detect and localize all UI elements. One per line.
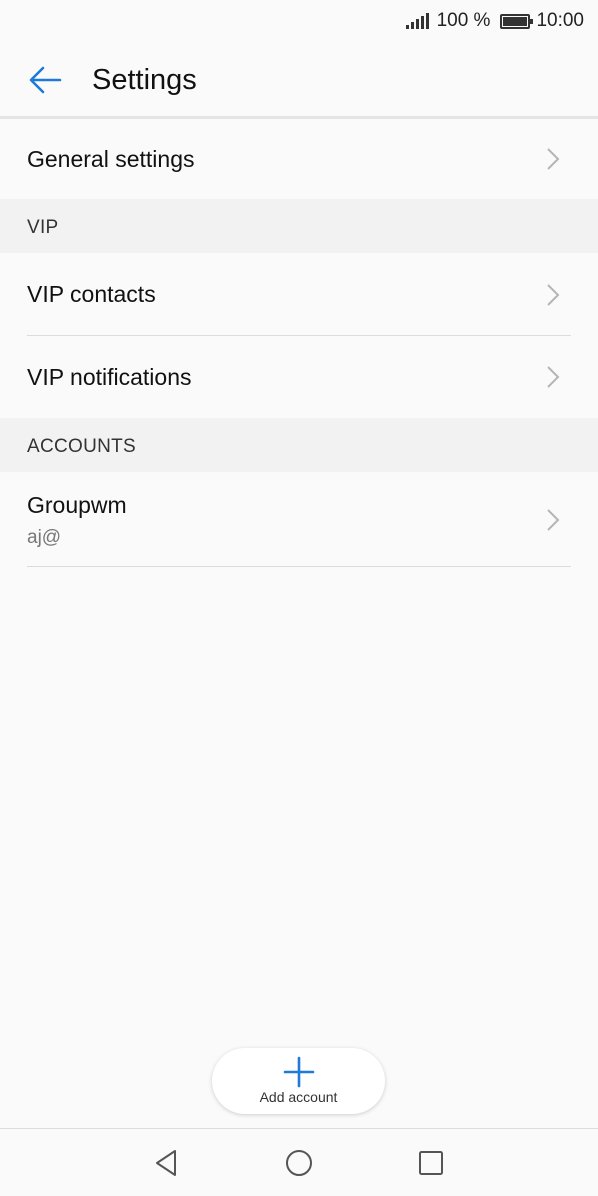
home-circle-icon	[286, 1150, 312, 1176]
recents-square-icon	[419, 1151, 443, 1175]
account-row-groupwm[interactable]: Groupwm aj@	[0, 472, 598, 567]
system-nav-bar	[0, 1129, 598, 1196]
clock: 10:00	[536, 10, 584, 31]
plus-icon	[283, 1056, 314, 1088]
general-settings-row[interactable]: General settings	[0, 119, 598, 199]
account-email: aj@	[27, 527, 62, 548]
add-account-button[interactable]: Add account	[212, 1048, 385, 1114]
status-bar: 100 % 10:00	[0, 0, 598, 42]
back-button[interactable]	[0, 42, 92, 118]
row-divider	[27, 566, 571, 567]
nav-home-button[interactable]	[279, 1145, 319, 1181]
add-account-label: Add account	[259, 1089, 338, 1105]
chevron-right-icon	[547, 283, 560, 306]
section-header-vip: VIP	[0, 199, 598, 253]
signal-icon	[405, 13, 429, 29]
app-header: Settings	[0, 42, 598, 118]
vip-notifications-label: VIP notifications	[27, 363, 192, 390]
nav-back-button[interactable]	[146, 1145, 186, 1181]
vip-notifications-row[interactable]: VIP notifications	[0, 336, 598, 418]
chevron-right-icon	[547, 508, 560, 531]
nav-recents-button[interactable]	[411, 1145, 451, 1181]
section-header-accounts: ACCOUNTS	[0, 418, 598, 472]
page-title: Settings	[92, 63, 197, 96]
battery-icon	[500, 13, 534, 29]
chevron-right-icon	[547, 366, 560, 388]
section-label-vip: VIP	[27, 217, 59, 238]
arrow-left-icon	[29, 66, 62, 94]
account-name: Groupwm	[27, 492, 127, 518]
section-label-accounts: ACCOUNTS	[27, 436, 137, 457]
chevron-right-icon	[547, 148, 560, 170]
settings-screen: 100 % 10:00 Settings General settings VI…	[0, 0, 598, 1196]
general-settings-label: General settings	[27, 145, 195, 172]
back-triangle-icon	[156, 1150, 176, 1176]
vip-contacts-label: VIP contacts	[27, 281, 156, 307]
battery-percent: 100 %	[436, 10, 491, 31]
vip-contacts-row[interactable]: VIP contacts	[0, 253, 598, 336]
